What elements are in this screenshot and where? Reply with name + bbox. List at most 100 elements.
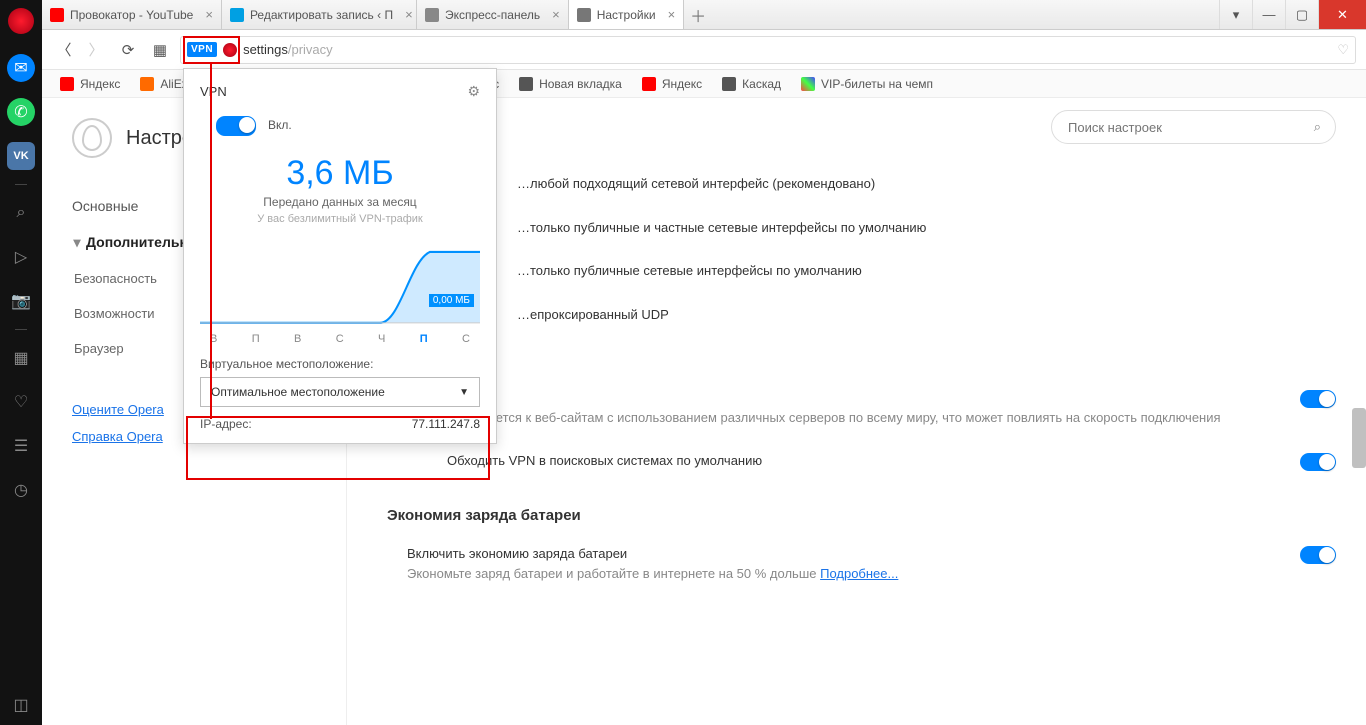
separator: [15, 184, 27, 185]
opera-outline-icon: [72, 118, 112, 158]
vpn-data-caption: Передано данных за месяц: [200, 195, 480, 209]
chevron-down-icon: ▼: [459, 387, 469, 398]
chart-axis: В П В С Ч П С: [200, 329, 480, 345]
vpn-popup: VPN ⚙ Вкл. 3,6 МБ Передано данных за мес…: [183, 68, 497, 444]
tab-label: Провокатор - YouTube: [70, 8, 193, 22]
vpn-bypass-row: Обходить VPN в поисковых системах по умо…: [387, 439, 1336, 483]
history-icon[interactable]: ◷: [7, 476, 35, 504]
speed-dial-icon[interactable]: ▦: [7, 344, 35, 372]
tab-youtube[interactable]: Провокатор - YouTube ×: [42, 0, 222, 29]
option-row[interactable]: …только публичные сетевые интерфейсы по …: [517, 249, 1336, 293]
option-row[interactable]: …любой подходящий сетевой интерфейс (рек…: [517, 162, 1336, 206]
bookmark-yandex2[interactable]: Яндекс: [642, 77, 702, 91]
titlebar: Провокатор - YouTube × Редактировать запи…: [42, 0, 1366, 30]
chart-value-label: 0,00 МБ: [429, 294, 474, 307]
wifi-icon: [230, 8, 244, 22]
vpn-toggle[interactable]: [1300, 390, 1336, 408]
search-icon[interactable]: ⌕: [7, 199, 35, 227]
bookmark-cascade[interactable]: Каскад: [722, 77, 781, 91]
vpn-data-amount: 3,6 МБ: [200, 154, 480, 193]
location-dropdown[interactable]: Оптимальное местоположение ▼: [200, 377, 480, 407]
back-button[interactable]: 〈: [52, 38, 76, 62]
bookmark-label: Каскад: [742, 77, 781, 91]
yandex-icon: [642, 77, 656, 91]
search-input[interactable]: [1066, 119, 1314, 136]
panel-toggle-icon[interactable]: ◫: [7, 691, 35, 719]
gear-icon[interactable]: ⚙: [467, 83, 480, 100]
bookmark-yandex[interactable]: Яндекс: [60, 77, 120, 91]
address-text: settings/privacy: [243, 42, 333, 57]
bookmark-newtab[interactable]: Новая вкладка: [519, 77, 622, 91]
camera-icon[interactable]: 📷: [7, 287, 35, 315]
play-icon[interactable]: ▷: [7, 243, 35, 271]
address-box[interactable]: VPN settings/privacy ♡: [180, 36, 1356, 64]
news-icon[interactable]: ☰: [7, 432, 35, 460]
close-tab-icon[interactable]: ×: [662, 7, 676, 22]
search-icon: ⌕: [1314, 119, 1321, 135]
opera-page-icon: [223, 43, 237, 57]
vpn-badge[interactable]: VPN: [187, 42, 217, 57]
option-row[interactable]: …только публичные и частные сетевые инте…: [517, 206, 1336, 250]
bookmark-label: Яндекс: [80, 77, 120, 91]
battery-title: Включить экономию заряда батареи: [407, 546, 627, 561]
opera-logo[interactable]: [8, 8, 34, 34]
vpn-bypass-label: Обходить VPN в поисковых системах по умо…: [447, 451, 1284, 471]
vpn-bypass-toggle[interactable]: [1300, 453, 1336, 471]
settings-content: ⌕ …любой подходящий сетевой интерфейс (р…: [347, 98, 1366, 725]
doc-icon: [722, 77, 736, 91]
vpn-description: VPN подключается к веб-сайтам с использо…: [407, 410, 1221, 425]
scrollbar-thumb[interactable]: [1352, 408, 1366, 468]
vpn-popup-title: VPN: [200, 84, 227, 99]
bookmark-vip[interactable]: VIP-билеты на чемп: [801, 77, 933, 91]
settings-search[interactable]: ⌕: [1051, 110, 1336, 144]
battery-toggle[interactable]: [1300, 546, 1336, 564]
battery-section-header: Экономия заряда батареи: [387, 507, 1336, 524]
tab-label: Экспресс-панель: [445, 8, 540, 22]
option-row[interactable]: …епроксированный UDP: [517, 293, 1336, 337]
colored-icon: [801, 77, 815, 91]
battery-more-link[interactable]: Подробнее...: [820, 566, 898, 581]
window-restore-icon[interactable]: ▢: [1285, 0, 1318, 29]
tab-edit-post[interactable]: Редактировать запись ‹ П ×: [222, 0, 417, 29]
doc-icon: [519, 77, 533, 91]
virtual-location-label: Виртуальное местоположение:: [200, 357, 480, 371]
messenger-icon[interactable]: ✉: [7, 54, 35, 82]
speed-dial-icon: [425, 8, 439, 22]
forward-button[interactable]: 〉: [84, 38, 108, 62]
speed-dial-button[interactable]: ▦: [148, 38, 172, 62]
gear-icon: [577, 8, 591, 22]
vpn-usage-chart: 0,00 МБ: [200, 239, 480, 325]
app-sidebar: ✉ ✆ VK ⌕ ▷ 📷 ▦ ♡ ☰ ◷ ◫: [0, 0, 42, 725]
bookmark-heart-icon[interactable]: ♡: [1337, 42, 1349, 58]
address-bar-row: 〈 〉 ⟳ ▦ VPN settings/privacy ♡: [42, 30, 1366, 70]
window-collapse-icon[interactable]: ▾: [1219, 0, 1252, 29]
window-minimize-icon[interactable]: —: [1252, 0, 1285, 29]
tab-label: Настройки: [597, 8, 656, 22]
tab-speed-dial[interactable]: Экспресс-панель ×: [417, 0, 569, 29]
reload-button[interactable]: ⟳: [116, 38, 140, 62]
whatsapp-icon[interactable]: ✆: [7, 98, 35, 126]
vpn-unlimited-caption: У вас безлимитный VPN-трафик: [200, 213, 480, 225]
close-tab-icon[interactable]: ×: [399, 7, 413, 22]
heart-icon[interactable]: ♡: [7, 388, 35, 416]
dropdown-value: Оптимальное местоположение: [211, 385, 385, 399]
battery-subtitle: Экономьте заряд батареи и работайте в ин…: [407, 566, 820, 581]
vk-icon[interactable]: VK: [7, 142, 35, 170]
youtube-icon: [50, 8, 64, 22]
tab-settings[interactable]: Настройки ×: [569, 0, 684, 29]
tab-label: Редактировать запись ‹ П: [250, 8, 393, 22]
new-tab-button[interactable]: ＋: [684, 0, 712, 29]
ip-row: IP-адрес: 77.111.247.8: [200, 417, 480, 431]
yandex-icon: [60, 77, 74, 91]
close-tab-icon[interactable]: ×: [199, 7, 213, 22]
bookmark-label: VIP-билеты на чемп: [821, 77, 933, 91]
battery-row: Включить экономию заряда батареи Экономь…: [387, 532, 1336, 595]
window-close-icon[interactable]: ✕: [1318, 0, 1366, 29]
vpn-on-label: Вкл.: [268, 118, 292, 132]
aliexpress-icon: [140, 77, 154, 91]
vpn-enable-row: …обнее... VPN подключается к веб-сайтам …: [387, 376, 1336, 439]
bookmark-aliexpress[interactable]: AliEx: [140, 77, 187, 91]
separator: [15, 329, 27, 330]
vpn-popup-toggle[interactable]: [216, 116, 256, 136]
close-tab-icon[interactable]: ×: [546, 7, 560, 22]
